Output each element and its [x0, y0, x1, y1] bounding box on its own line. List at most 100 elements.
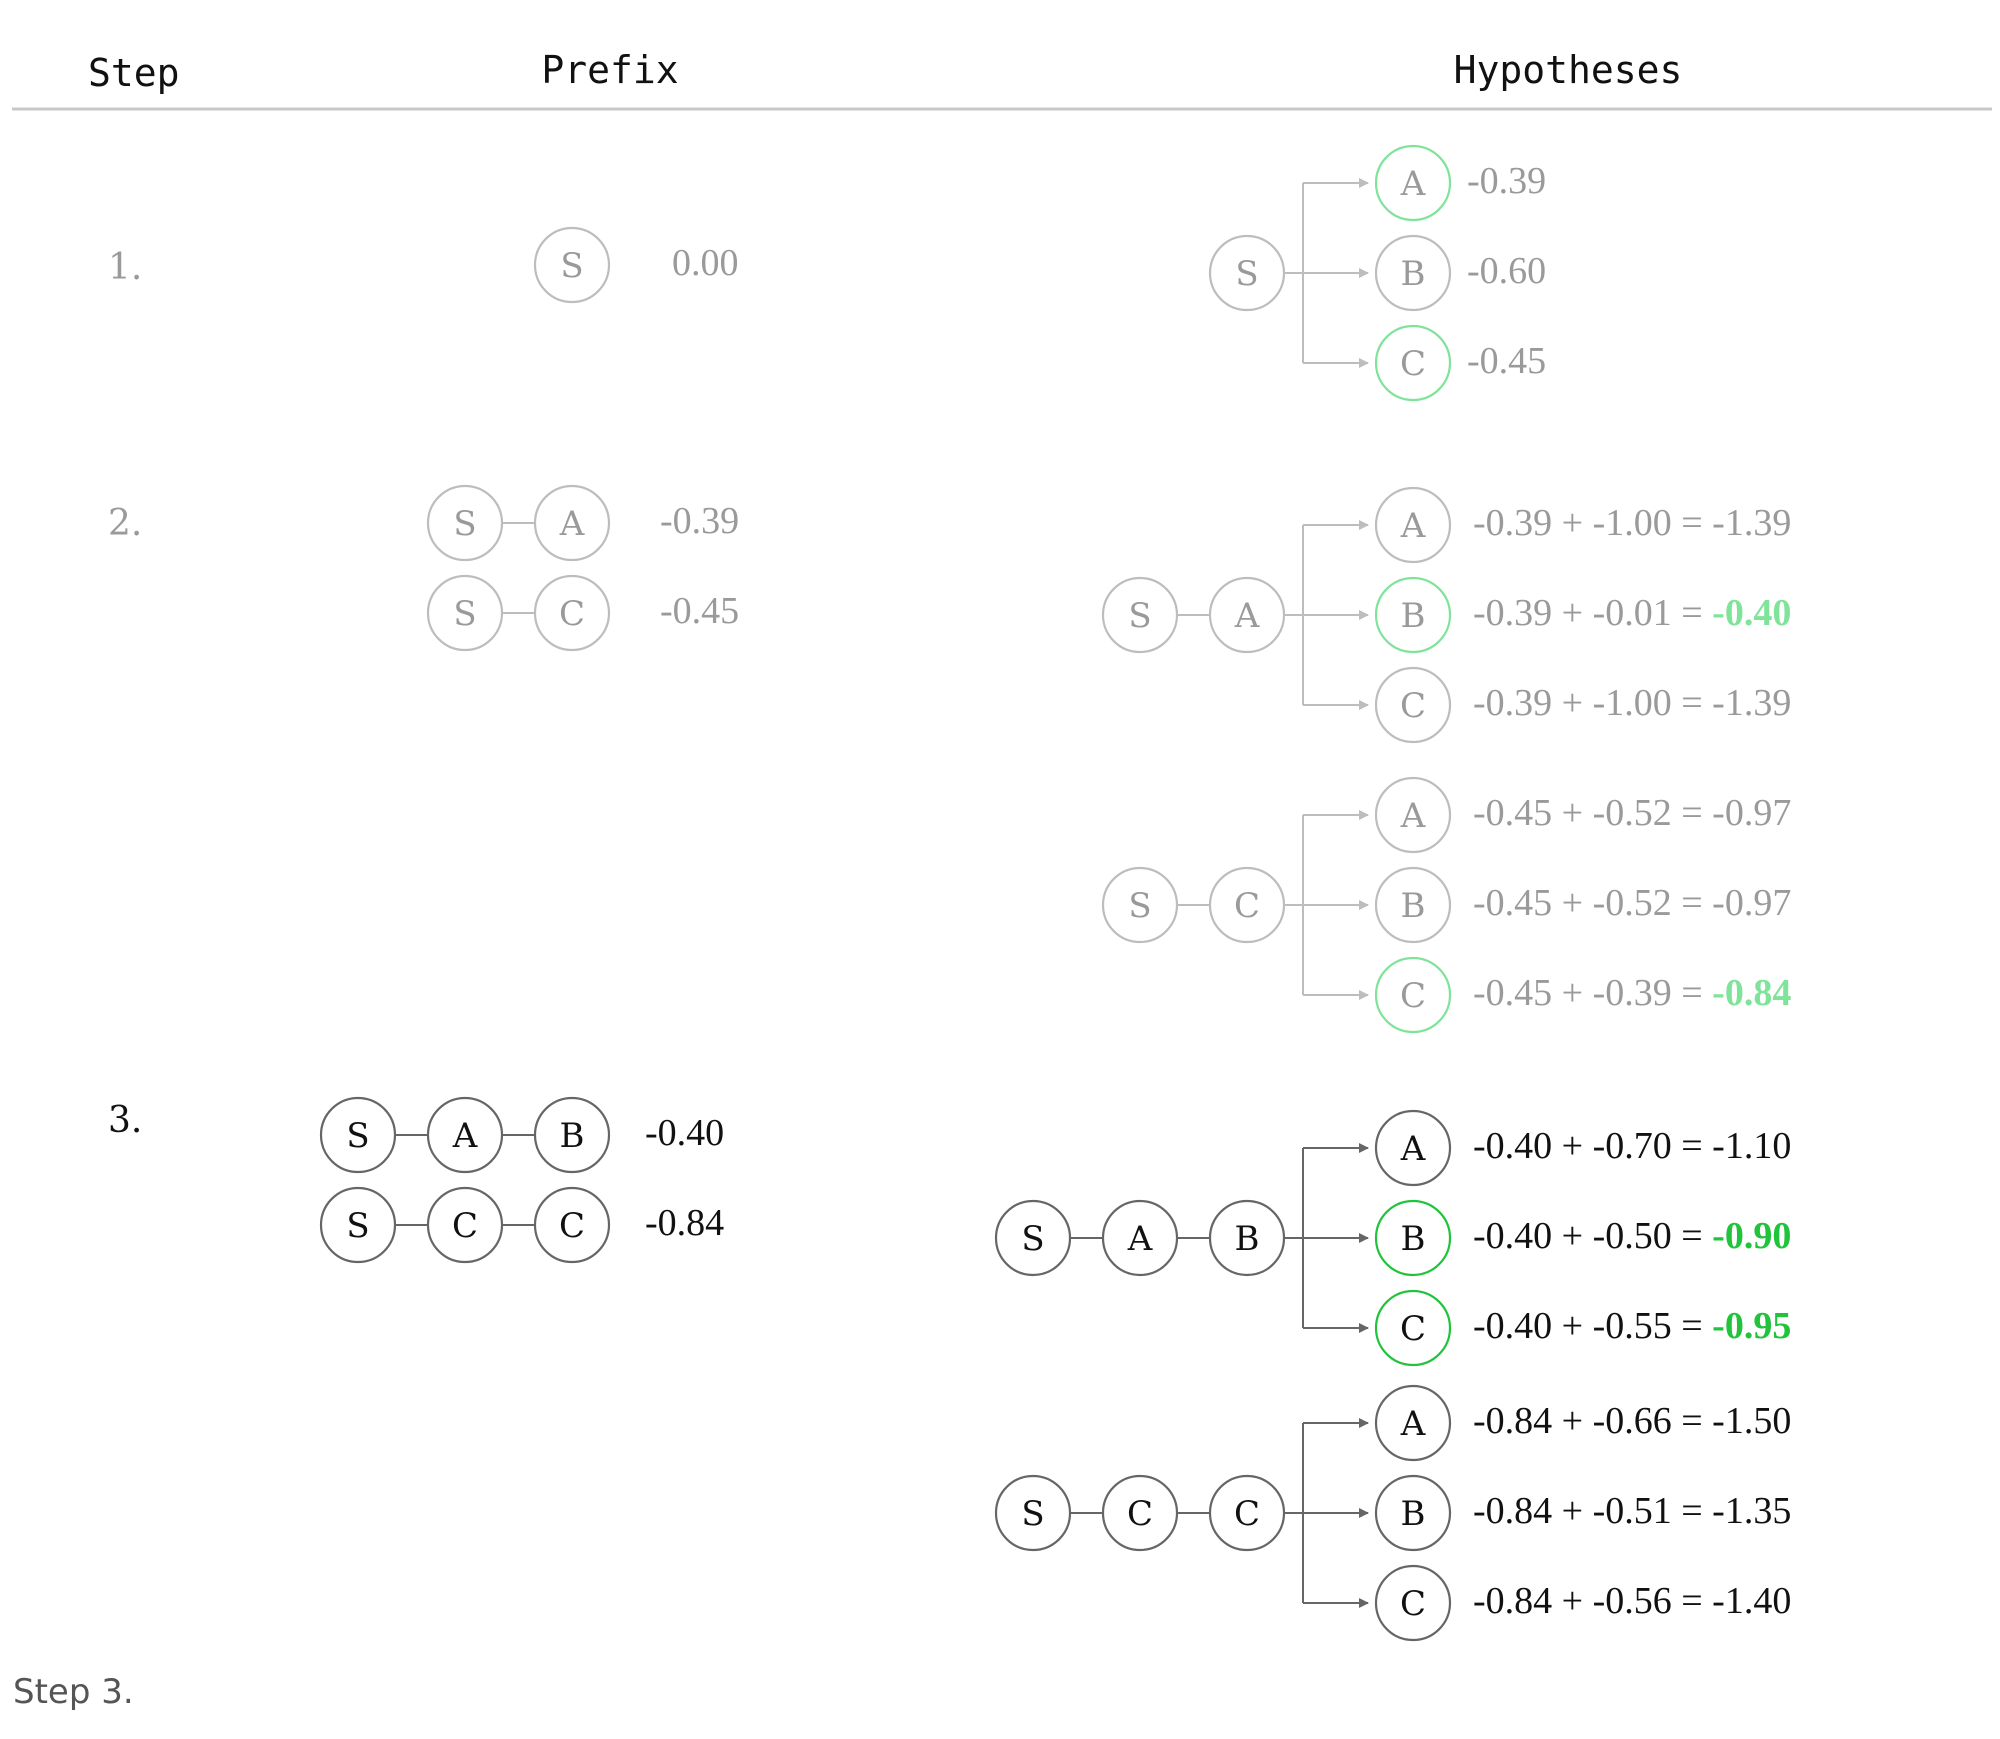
node-label: A	[1400, 1404, 1426, 1444]
prefix-node: A	[533, 484, 611, 562]
score-expression: -0.84 + -0.56 =	[1473, 1580, 1712, 1622]
node-label: S	[560, 246, 583, 286]
hypothesis-score: -0.45 + -0.52 = -0.97	[1473, 792, 1791, 834]
hypothesis-prefix-node: A	[1101, 1199, 1179, 1277]
node-label: B	[1401, 254, 1426, 294]
node-label: A	[559, 504, 585, 544]
prefix-sequence: S A B -0.40	[319, 1096, 724, 1174]
hypothesis-node: C	[1374, 324, 1452, 402]
prefix-node: C	[533, 1186, 611, 1264]
score-expression: -0.45 + -0.39 =	[1473, 972, 1712, 1014]
node-label: C	[1400, 344, 1426, 384]
score-total: -0.40	[1712, 592, 1791, 634]
step-2: 2. S A -0.39 S C -0.45 S A A -0.39 + -1.00 = -1.39…	[108, 484, 1791, 1034]
node-label: S	[346, 1116, 369, 1156]
hypothesis-score: -0.39 + -0.01 = -0.40	[1473, 592, 1791, 634]
step-label: 1.	[108, 247, 142, 288]
hypothesis-score: -0.45 + -0.39 = -0.84	[1473, 972, 1791, 1014]
node-label: A	[1400, 796, 1426, 836]
hypothesis-prefix-node: S	[1101, 866, 1179, 944]
hypothesis-score: -0.84 + -0.66 = -1.50	[1473, 1400, 1791, 1442]
hypothesis-node: A	[1374, 1384, 1452, 1462]
prefix-score: 0.00	[672, 242, 739, 284]
node-label: S	[1021, 1494, 1044, 1534]
hypothesis-score: -0.60	[1467, 250, 1546, 292]
prefix-score: -0.39	[660, 500, 739, 542]
hypothesis-node: B	[1374, 576, 1452, 654]
hypothesis-node: C	[1374, 666, 1452, 744]
hypothesis-node: B	[1374, 1199, 1452, 1277]
hypothesis-node: C	[1374, 1289, 1452, 1367]
score-total: -0.39	[1467, 160, 1546, 202]
prefix-sequence: S A -0.39	[426, 484, 739, 562]
score-expression: -0.39 + -0.01 =	[1473, 592, 1712, 634]
prefix-node: A	[426, 1096, 504, 1174]
score-total: -1.35	[1712, 1490, 1791, 1532]
node-label: C	[1400, 686, 1426, 726]
hypothesis-node: B	[1374, 1474, 1452, 1552]
hypothesis-score: -0.40 + -0.70 = -1.10	[1473, 1125, 1791, 1167]
node-label: S	[1235, 254, 1258, 294]
hypothesis-group: S A B A -0.40 + -0.70 = -1.10 B -0.40 + -0.50 …	[994, 1109, 1791, 1367]
score-expression: -0.39 + -1.00 =	[1473, 502, 1712, 544]
score-total: -1.40	[1712, 1580, 1791, 1622]
score-total: -0.90	[1712, 1215, 1791, 1257]
node-label: C	[1127, 1494, 1153, 1534]
hypothesis-prefix-node: S	[1208, 234, 1286, 312]
score-expression: -0.40 + -0.70 =	[1473, 1125, 1712, 1167]
prefix-sequence: S C C -0.84	[319, 1186, 724, 1264]
node-label: C	[1234, 1494, 1260, 1534]
node-label: A	[1400, 506, 1426, 546]
score-total: -0.97	[1712, 792, 1791, 834]
score-expression: -0.40 + -0.50 =	[1473, 1215, 1712, 1257]
step-caption: Step 3.	[13, 1672, 134, 1712]
hypothesis-node: A	[1374, 1109, 1452, 1187]
hypothesis-score: -0.40 + -0.50 = -0.90	[1473, 1215, 1791, 1257]
hypothesis-group: S C C A -0.84 + -0.66 = -1.50 B -0.84 + -0.51 …	[994, 1384, 1791, 1642]
prefix-sequence: S 0.00	[533, 226, 739, 304]
hypothesis-node: A	[1374, 776, 1452, 854]
hypothesis-prefix-node: S	[994, 1199, 1072, 1277]
prefix-node: S	[319, 1096, 397, 1174]
prefix-score: -0.40	[645, 1112, 724, 1154]
node-label: S	[453, 594, 476, 634]
score-expression: -0.84 + -0.51 =	[1473, 1490, 1712, 1532]
step-3: 3. S A B -0.40 S C C -0.84 S A B A -0.40 + -0.70 = -1…	[108, 1096, 1791, 1642]
node-label: C	[1400, 976, 1426, 1016]
node-label: S	[346, 1206, 369, 1246]
hypothesis-node: C	[1374, 1564, 1452, 1642]
header-step: Step	[88, 51, 180, 95]
hypothesis-node: B	[1374, 866, 1452, 944]
node-label: C	[1234, 886, 1260, 926]
hypothesis-prefix-node: A	[1208, 576, 1286, 654]
step-1: 1. S 0.00 S A -0.39 B -0.60 C -0.45	[108, 144, 1546, 402]
node-label: B	[1235, 1219, 1260, 1259]
beam-steps: 1. S 0.00 S A -0.39 B -0.60 C -0.45 2. S A -0.39 S C -0.…	[108, 144, 1791, 1642]
prefix-node: S	[426, 574, 504, 652]
prefix-score: -0.84	[645, 1202, 724, 1244]
score-total: -1.10	[1712, 1125, 1791, 1167]
header-hypotheses: Hypotheses	[1454, 48, 1683, 92]
score-total: -1.39	[1712, 502, 1791, 544]
node-label: C	[559, 1206, 585, 1246]
prefix-node: C	[533, 574, 611, 652]
hypothesis-prefix-node: C	[1101, 1474, 1179, 1552]
prefix-node: C	[426, 1186, 504, 1264]
node-label: S	[453, 504, 476, 544]
hypothesis-node: C	[1374, 956, 1452, 1034]
node-label: B	[1401, 596, 1426, 636]
node-label: C	[452, 1206, 478, 1246]
hypothesis-node: B	[1374, 234, 1452, 312]
prefix-sequence: S C -0.45	[426, 574, 739, 652]
score-expression: -0.84 + -0.66 =	[1473, 1400, 1712, 1442]
node-label: A	[452, 1116, 478, 1156]
prefix-node: S	[319, 1186, 397, 1264]
prefix-node: S	[533, 226, 611, 304]
hypothesis-prefix-node: B	[1208, 1199, 1286, 1277]
score-expression: -0.45 + -0.52 =	[1473, 792, 1712, 834]
score-expression: -0.40 + -0.55 =	[1473, 1305, 1712, 1347]
node-label: A	[1400, 164, 1426, 204]
prefix-score: -0.45	[660, 590, 739, 632]
hypothesis-node: A	[1374, 486, 1452, 564]
node-label: S	[1128, 886, 1151, 926]
